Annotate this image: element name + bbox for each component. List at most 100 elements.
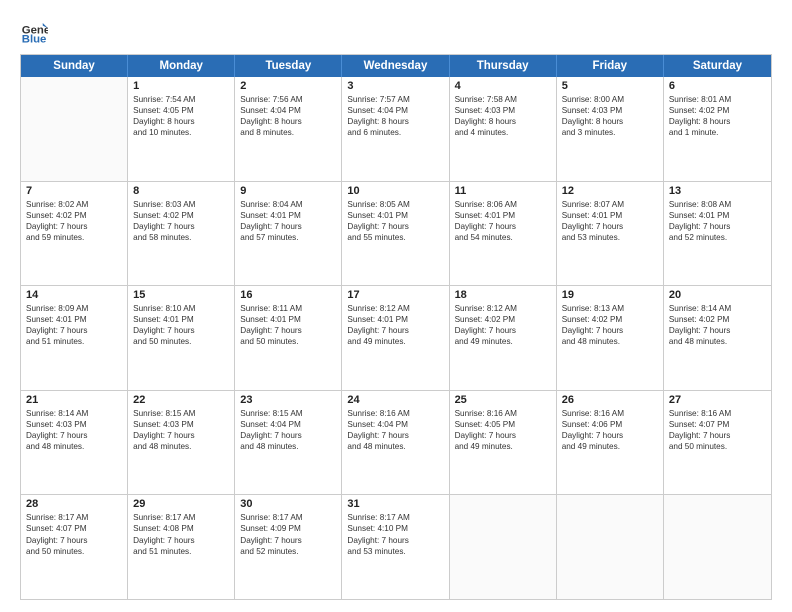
- day-number: 22: [133, 394, 229, 406]
- cell-line: and 50 minutes.: [133, 336, 229, 347]
- cell-line: and 1 minute.: [669, 127, 766, 138]
- day-number: 19: [562, 289, 658, 301]
- cal-row-5: 28Sunrise: 8:17 AMSunset: 4:07 PMDayligh…: [21, 494, 771, 599]
- cell-line: and 50 minutes.: [669, 441, 766, 452]
- cell-line: Daylight: 7 hours: [347, 430, 443, 441]
- cal-cell: 19Sunrise: 8:13 AMSunset: 4:02 PMDayligh…: [557, 286, 664, 390]
- cell-line: Sunrise: 8:05 AM: [347, 199, 443, 210]
- cell-line: Sunrise: 8:17 AM: [240, 512, 336, 523]
- cell-line: Sunrise: 7:54 AM: [133, 94, 229, 105]
- day-number: 2: [240, 80, 336, 92]
- cell-line: and 48 minutes.: [669, 336, 766, 347]
- cell-line: and 50 minutes.: [26, 546, 122, 557]
- cal-cell: [557, 495, 664, 599]
- cell-line: and 3 minutes.: [562, 127, 658, 138]
- cal-cell: 17Sunrise: 8:12 AMSunset: 4:01 PMDayligh…: [342, 286, 449, 390]
- cell-line: Daylight: 7 hours: [133, 430, 229, 441]
- cell-line: Daylight: 7 hours: [347, 221, 443, 232]
- cal-cell: 1Sunrise: 7:54 AMSunset: 4:05 PMDaylight…: [128, 77, 235, 181]
- cell-line: Sunset: 4:05 PM: [133, 105, 229, 116]
- cell-line: Daylight: 7 hours: [562, 325, 658, 336]
- cell-line: Daylight: 8 hours: [562, 116, 658, 127]
- cell-line: and 4 minutes.: [455, 127, 551, 138]
- cell-line: Sunset: 4:04 PM: [347, 105, 443, 116]
- cell-line: and 8 minutes.: [240, 127, 336, 138]
- cell-line: and 49 minutes.: [455, 441, 551, 452]
- cell-line: Sunrise: 8:07 AM: [562, 199, 658, 210]
- cell-line: and 57 minutes.: [240, 232, 336, 243]
- cal-cell: [664, 495, 771, 599]
- cal-cell: 16Sunrise: 8:11 AMSunset: 4:01 PMDayligh…: [235, 286, 342, 390]
- day-number: 29: [133, 498, 229, 510]
- cal-cell: [450, 495, 557, 599]
- cell-line: Sunrise: 8:04 AM: [240, 199, 336, 210]
- day-number: 21: [26, 394, 122, 406]
- cell-line: and 10 minutes.: [133, 127, 229, 138]
- day-number: 31: [347, 498, 443, 510]
- logo-icon: General Blue: [20, 16, 48, 44]
- cell-line: Daylight: 7 hours: [669, 221, 766, 232]
- cell-line: Daylight: 7 hours: [455, 325, 551, 336]
- cal-cell: 20Sunrise: 8:14 AMSunset: 4:02 PMDayligh…: [664, 286, 771, 390]
- cal-cell: 24 Sunrise: 8:16 AMSunset: 4:04 PMDayligh…: [342, 391, 449, 495]
- cell-line: and 50 minutes.: [240, 336, 336, 347]
- day-number: 3: [347, 80, 443, 92]
- cell-line: Sunset: 4:04 PM: [240, 105, 336, 116]
- header: General Blue: [20, 16, 772, 44]
- cell-line: Sunset: 4:03 PM: [455, 105, 551, 116]
- cell-line: Sunrise: 8:16 AM: [562, 408, 658, 419]
- cell-line: and 48 minutes.: [133, 441, 229, 452]
- day-number: 7: [26, 185, 122, 197]
- cell-line: Sunrise: 8:01 AM: [669, 94, 766, 105]
- cell-line: Sunrise: 8:16 AM: [347, 408, 443, 419]
- cell-line: Sunrise: 8:17 AM: [347, 512, 443, 523]
- cell-line: Daylight: 8 hours: [347, 116, 443, 127]
- cell-line: Sunset: 4:02 PM: [562, 314, 658, 325]
- cell-line: Daylight: 7 hours: [133, 535, 229, 546]
- cal-cell: 8Sunrise: 8:03 AMSunset: 4:02 PMDaylight…: [128, 182, 235, 286]
- day-number: 8: [133, 185, 229, 197]
- cal-row-1: 1 Sunrise: 7:54 AMSunset: 4:05 PM Daylight…: [21, 77, 771, 181]
- day-number: 9: [240, 185, 336, 197]
- cell-line: Daylight: 7 hours: [347, 325, 443, 336]
- cell-line: Sunset: 4:04 PM: [240, 419, 336, 430]
- header-day-thursday: Thursday: [450, 55, 557, 77]
- calendar-body: 1 Sunrise: 7:54 AMSunset: 4:05 PM Daylight…: [21, 77, 771, 599]
- cell-line: Daylight: 7 hours: [240, 430, 336, 441]
- cal-cell: 23Sunrise: 8:15 AMSunset: 4:04 PMDayligh…: [235, 391, 342, 495]
- cal-cell: 7Sunrise: 8:02 AMSunset: 4:02 PMDaylight…: [21, 182, 128, 286]
- cal-cell: 28Sunrise: 8:17 AMSunset: 4:07 PMDayligh…: [21, 495, 128, 599]
- cell-line: and 6 minutes.: [347, 127, 443, 138]
- cal-cell: 18Sunrise: 8:12 AMSunset: 4:02 PMDayligh…: [450, 286, 557, 390]
- cell-line: Daylight: 7 hours: [26, 221, 122, 232]
- cell-line: Sunrise: 8:14 AM: [669, 303, 766, 314]
- day-number: 24: [347, 394, 443, 406]
- cell-line: Sunset: 4:01 PM: [347, 314, 443, 325]
- day-number: 28: [26, 498, 122, 510]
- cal-cell: 4Sunrise: 7:58 AMSunset: 4:03 PMDaylight…: [450, 77, 557, 181]
- cell-line: Sunrise: 8:08 AM: [669, 199, 766, 210]
- header-day-monday: Monday: [128, 55, 235, 77]
- cell-line: Daylight: 8 hours: [240, 116, 336, 127]
- cell-line: and 51 minutes.: [26, 336, 122, 347]
- day-number: 1: [133, 80, 229, 92]
- cell-line: Sunset: 4:01 PM: [240, 314, 336, 325]
- cell-line: and 48 minutes.: [26, 441, 122, 452]
- header-day-tuesday: Tuesday: [235, 55, 342, 77]
- cell-line: and 53 minutes.: [347, 546, 443, 557]
- cell-line: Sunset: 4:01 PM: [347, 210, 443, 221]
- cal-cell: 6Sunrise: 8:01 AMSunset: 4:02 PMDaylight…: [664, 77, 771, 181]
- cell-line: Sunset: 4:03 PM: [562, 105, 658, 116]
- cell-line: Sunrise: 8:03 AM: [133, 199, 229, 210]
- cal-cell: 9Sunrise: 8:04 AMSunset: 4:01 PMDaylight…: [235, 182, 342, 286]
- day-number: 4: [455, 80, 551, 92]
- header-day-saturday: Saturday: [664, 55, 771, 77]
- cell-line: Sunset: 4:04 PM: [347, 419, 443, 430]
- cell-line: Daylight: 7 hours: [669, 430, 766, 441]
- cell-line: Daylight: 8 hours: [455, 116, 551, 127]
- cell-line: Daylight: 7 hours: [455, 221, 551, 232]
- cell-line: Daylight: 7 hours: [26, 535, 122, 546]
- cell-line: Sunset: 4:02 PM: [133, 210, 229, 221]
- header-day-friday: Friday: [557, 55, 664, 77]
- cell-line: Sunrise: 8:15 AM: [240, 408, 336, 419]
